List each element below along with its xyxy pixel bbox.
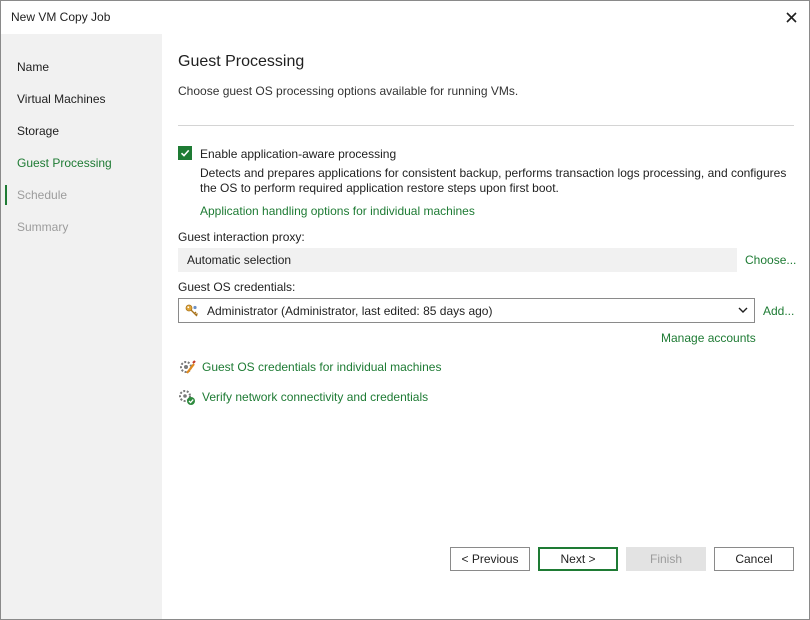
key-icon — [185, 304, 198, 317]
credentials-individual-row[interactable]: Guest OS credentials for individual mach… — [178, 358, 441, 376]
cancel-button[interactable]: Cancel — [714, 547, 794, 571]
credentials-value: Administrator (Administrator, last edite… — [207, 304, 493, 318]
sidebar-item-virtual-machines[interactable]: Virtual Machines — [17, 92, 106, 106]
credentials-individual-link[interactable]: Guest OS credentials for individual mach… — [202, 360, 441, 374]
previous-button[interactable]: < Previous — [450, 547, 530, 571]
close-button[interactable] — [779, 5, 803, 29]
choose-proxy-link[interactable]: Choose... — [745, 253, 796, 267]
wizard-content: Guest Processing Choose guest OS process… — [162, 34, 809, 619]
active-step-indicator — [5, 185, 7, 205]
sidebar-item-guest-processing[interactable]: Guest Processing — [17, 156, 112, 170]
app-aware-description: Detects and prepares applications for co… — [200, 166, 787, 195]
wizard-window: New VM Copy Job Name Virtual Machines St… — [0, 0, 810, 620]
sidebar-item-schedule: Schedule — [17, 188, 68, 202]
sidebar-item-summary: Summary — [17, 220, 69, 234]
manage-accounts-link[interactable]: Manage accounts — [661, 331, 756, 345]
app-aware-checkbox[interactable] — [178, 146, 192, 160]
page-subtitle: Choose guest OS processing options avail… — [178, 84, 519, 98]
wizard-steps-sidebar: Name Virtual Machines Storage Guest Proc… — [1, 34, 162, 619]
divider — [178, 125, 794, 126]
page-title: Guest Processing — [178, 53, 305, 70]
window-title: New VM Copy Job — [11, 10, 111, 24]
credentials-select[interactable]: Administrator (Administrator, last edite… — [178, 298, 755, 323]
close-icon — [785, 11, 797, 23]
add-credentials-link[interactable]: Add... — [763, 304, 794, 318]
proxy-value: Automatic selection — [187, 253, 292, 267]
checkmark-icon — [180, 149, 190, 157]
sidebar-item-name[interactable]: Name — [17, 60, 49, 74]
credentials-edit-icon — [180, 360, 196, 374]
proxy-label: Guest interaction proxy: — [178, 230, 305, 244]
finish-button: Finish — [626, 547, 706, 571]
application-handling-link[interactable]: Application handling options for individ… — [200, 204, 475, 218]
app-aware-label[interactable]: Enable application-aware processing — [200, 147, 396, 161]
verify-connectivity-link[interactable]: Verify network connectivity and credenti… — [202, 390, 428, 404]
sidebar-item-storage[interactable]: Storage — [17, 124, 59, 138]
verify-connectivity-row[interactable]: Verify network connectivity and credenti… — [178, 388, 428, 406]
proxy-field: Automatic selection — [178, 248, 737, 272]
credentials-label: Guest OS credentials: — [178, 280, 296, 294]
next-button[interactable]: Next > — [538, 547, 618, 571]
network-verify-icon — [179, 390, 195, 405]
title-bar: New VM Copy Job — [1, 1, 809, 34]
chevron-down-icon — [738, 307, 748, 313]
